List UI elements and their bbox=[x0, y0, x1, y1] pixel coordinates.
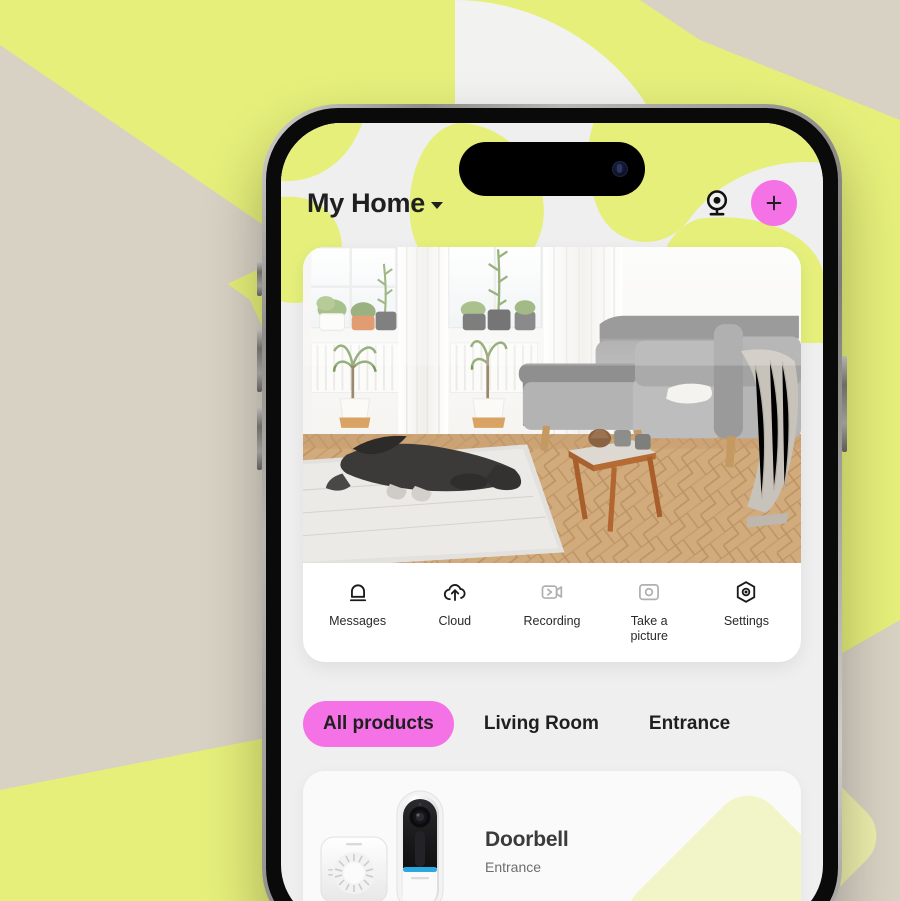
tab-all-products[interactable]: All products bbox=[303, 701, 454, 747]
plus-icon bbox=[766, 195, 782, 211]
app-root: My Home Messages Cloud Recording Take a … bbox=[281, 123, 823, 901]
action-label: Messages bbox=[329, 614, 387, 628]
room-filter-tabs: All products Living Room Entrance bbox=[303, 701, 801, 747]
device-room: Entrance bbox=[485, 858, 542, 875]
action-messages[interactable]: Messages bbox=[309, 579, 406, 644]
camera-shutter-icon bbox=[639, 583, 660, 601]
action-recording[interactable]: Recording bbox=[503, 579, 600, 644]
cloud-upload-icon bbox=[443, 584, 466, 601]
device-name: Doorbell bbox=[485, 827, 569, 851]
action-label: Recording bbox=[523, 614, 581, 628]
phone-bezel: My Home Messages Cloud Recording Take a … bbox=[266, 108, 838, 901]
video-recording-icon bbox=[541, 585, 563, 599]
phone-screen: My Home Messages Cloud Recording Take a … bbox=[281, 123, 823, 901]
camera-action-bar: Messages Cloud Recording Take a picture … bbox=[303, 563, 801, 662]
gear-hexagon-icon bbox=[737, 581, 756, 603]
decorative-diamond-shape bbox=[613, 781, 801, 901]
doorbell-and-chime-product-image bbox=[320, 790, 444, 901]
phone-frame: My Home Messages Cloud Recording Take a … bbox=[262, 104, 842, 901]
action-label: Settings bbox=[723, 614, 769, 628]
action-cloud[interactable]: Cloud bbox=[406, 579, 503, 644]
action-take-picture[interactable]: Take a picture bbox=[601, 579, 698, 644]
action-label: Take a picture bbox=[630, 614, 668, 643]
page-title: My Home bbox=[307, 187, 425, 218]
webcam-icon[interactable] bbox=[701, 187, 733, 219]
front-camera-lens bbox=[612, 161, 628, 177]
action-settings[interactable]: Settings bbox=[698, 579, 795, 644]
tab-entrance[interactable]: Entrance bbox=[629, 701, 750, 747]
header-actions bbox=[701, 180, 797, 226]
device-card-doorbell[interactable]: Doorbell Entrance bbox=[303, 771, 801, 901]
camera-card[interactable]: Messages Cloud Recording Take a picture … bbox=[303, 247, 801, 662]
power-button[interactable] bbox=[842, 356, 847, 452]
chevron-down-icon bbox=[430, 201, 443, 209]
living-room-camera-feed bbox=[303, 247, 801, 563]
add-device-button[interactable] bbox=[751, 180, 797, 226]
home-selector[interactable]: My Home bbox=[307, 188, 443, 219]
device-info: Doorbell Entrance bbox=[485, 828, 569, 875]
phone-device: My Home Messages Cloud Recording Take a … bbox=[257, 104, 847, 901]
action-label: Cloud bbox=[438, 614, 472, 628]
tab-living-room[interactable]: Living Room bbox=[464, 701, 619, 747]
bell-icon bbox=[349, 584, 366, 602]
dynamic-island bbox=[459, 142, 645, 196]
